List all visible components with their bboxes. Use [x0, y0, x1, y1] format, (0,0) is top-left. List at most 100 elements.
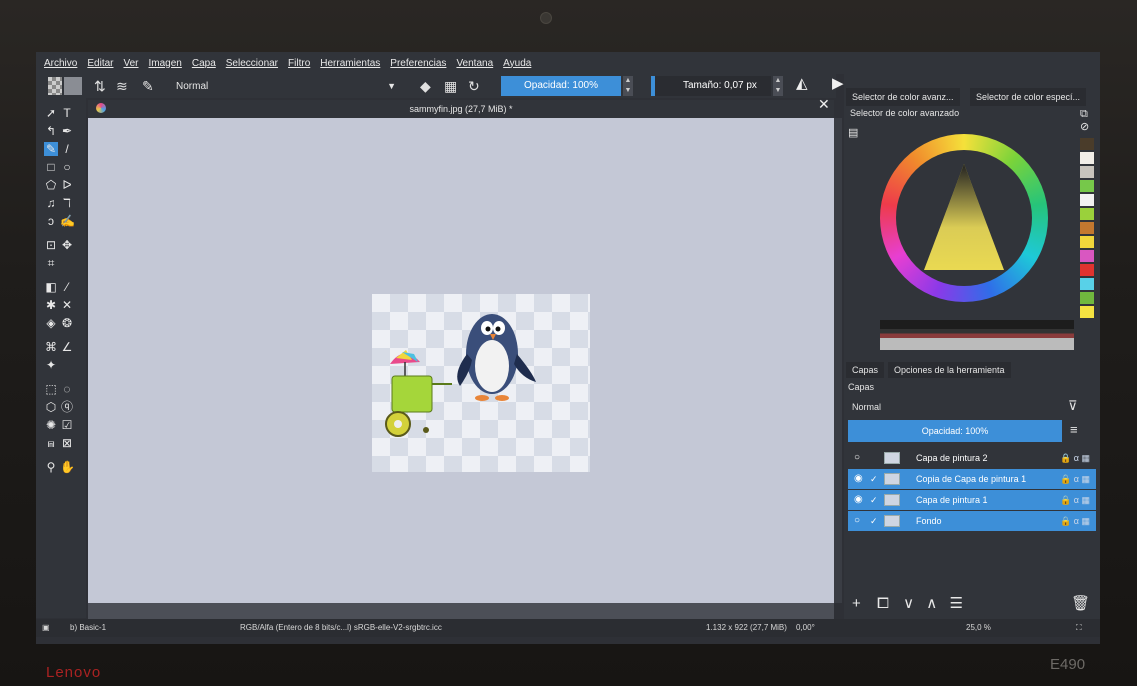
palette-swatch[interactable]	[1080, 138, 1094, 150]
palette-swatch[interactable]	[1080, 194, 1094, 206]
canvas[interactable]	[88, 118, 834, 603]
blend-mode-select[interactable]: Normal ▼	[170, 78, 400, 95]
mirror-horizontal-icon[interactable]: ◭	[796, 74, 808, 92]
fill-tool-icon[interactable]: ◈	[44, 316, 58, 330]
mirror-vertical-icon[interactable]: ▶	[832, 74, 844, 92]
add-layer-icon[interactable]: +	[852, 595, 861, 612]
layer-row[interactable]: ○ Capa de pintura 2 🔒 α ▦	[848, 448, 1096, 468]
color-palette-strip[interactable]	[1080, 138, 1094, 328]
size-slider[interactable]: Tamaño: 0,07 px	[651, 76, 771, 96]
size-spin[interactable]: ▲ ▼	[773, 76, 783, 96]
similar-select-icon[interactable]: ☑	[60, 418, 74, 432]
rect-select-icon[interactable]: ⬚	[44, 382, 58, 396]
layer-flags-icon[interactable]: 🔒 α ▦	[1060, 469, 1090, 489]
layer-row[interactable]: ◉ ✓ Copia de Capa de pintura 1 🔒 α ▦	[848, 469, 1096, 489]
delete-layer-icon[interactable]: 🗑	[1071, 595, 1090, 612]
pattern-swatch[interactable]	[48, 77, 62, 95]
palette-swatch[interactable]	[1080, 236, 1094, 248]
layer-flags-icon[interactable]: 🔒 α ▦	[1060, 448, 1090, 468]
magnetic-select-icon[interactable]: ⊠	[60, 436, 74, 450]
dynamic-brush-icon[interactable]: ↄ	[44, 214, 58, 228]
visibility-on-icon[interactable]: ◉	[854, 490, 863, 510]
tab-layers[interactable]: Capas	[846, 362, 885, 378]
layer-opacity-slider[interactable]: Opacidad: 100%	[848, 420, 1062, 442]
duplicate-layer-icon[interactable]: ⧠	[877, 595, 889, 612]
visibility-off-icon[interactable]: ○	[854, 448, 860, 468]
rectangle-tool-icon[interactable]: □	[44, 160, 58, 174]
menu-editar[interactable]: Editar	[87, 58, 113, 69]
close-document-icon[interactable]: ✕	[818, 96, 830, 113]
select-shapes-icon[interactable]: ➚	[44, 106, 58, 120]
gradient-swatch[interactable]	[64, 77, 82, 95]
ellipse-select-icon[interactable]: ◌	[60, 382, 74, 396]
brush-preview-icon[interactable]: ▣	[42, 619, 50, 637]
menu-ver[interactable]: Ver	[123, 58, 138, 69]
measure-tool-icon[interactable]: ∠	[60, 340, 74, 354]
crop-tool-icon[interactable]: ⌗	[44, 256, 58, 270]
reload-preset-icon[interactable]: ↻	[468, 78, 480, 95]
freehand-path-icon[interactable]: ℸ	[60, 196, 74, 210]
pan-tool-icon[interactable]: ✋	[60, 460, 75, 474]
polygon-tool-icon[interactable]: ⬠	[44, 178, 58, 192]
color-settings-icon[interactable]: ▤	[848, 126, 858, 139]
bezier-select-icon[interactable]: ⩎	[44, 436, 58, 450]
menu-ventana[interactable]: Ventana	[456, 58, 493, 69]
edit-shapes-icon[interactable]: ↰	[44, 124, 58, 138]
enclose-fill-icon[interactable]: ❂	[60, 316, 74, 330]
menu-capa[interactable]: Capa	[192, 58, 216, 69]
zoom-level[interactable]: 25,0 %	[966, 619, 991, 637]
clear-color-icon[interactable]: ⊘	[1080, 120, 1089, 133]
palette-swatch[interactable]	[1080, 264, 1094, 276]
alpha-lock-icon[interactable]: ▦	[444, 78, 457, 95]
palette-swatch[interactable]	[1080, 208, 1094, 220]
visibility-on-icon[interactable]: ◉	[854, 469, 863, 489]
multibrush-icon[interactable]: ✍	[60, 214, 75, 228]
move-layer-up-icon[interactable]: ∧	[926, 595, 937, 612]
menu-archivo[interactable]: Archivo	[44, 58, 77, 69]
rotation-readout[interactable]: 0,00°	[796, 619, 815, 637]
freehand-select-icon[interactable]: ⓠ	[60, 400, 74, 414]
ellipse-tool-icon[interactable]: ○	[60, 160, 74, 174]
checkmark-icon[interactable]: ✓	[870, 469, 878, 489]
vertical-scrollbar[interactable]	[834, 118, 842, 603]
palette-swatch[interactable]	[1080, 222, 1094, 234]
palette-swatch[interactable]	[1080, 250, 1094, 262]
layer-row[interactable]: ○ ✓ Fondo 🔒 α ▦	[848, 511, 1096, 531]
visibility-off-icon[interactable]: ○	[854, 511, 860, 531]
menu-seleccionar[interactable]: Seleccionar	[226, 58, 278, 69]
brush-presets-icon[interactable]: ≋	[116, 78, 128, 95]
palette-swatch[interactable]	[1080, 152, 1094, 164]
checkmark-icon[interactable]: ✓	[870, 490, 878, 510]
colorize-mask-icon[interactable]: ✕	[60, 298, 74, 312]
palette-swatch[interactable]	[1080, 180, 1094, 192]
horizontal-scrollbar[interactable]	[88, 603, 834, 619]
fullscreen-icon[interactable]: ⛶	[1076, 619, 1082, 637]
reference-tool-icon[interactable]: ✦	[44, 358, 58, 372]
menu-filtro[interactable]: Filtro	[288, 58, 310, 69]
eraser-mode-icon[interactable]: ◆	[420, 78, 431, 95]
polyline-tool-icon[interactable]: ᐅ	[60, 178, 74, 192]
tab-tool-options[interactable]: Opciones de la herramienta	[888, 362, 1011, 378]
freehand-brush-icon[interactable]: ✎	[44, 142, 58, 156]
tab-advanced-color-selector[interactable]: Selector de color avanz...	[846, 88, 960, 106]
palette-swatch[interactable]	[1080, 278, 1094, 290]
filter-icon[interactable]: ⊽	[1068, 398, 1078, 414]
smart-patch-icon[interactable]: ✱	[44, 298, 58, 312]
assistant-tool-icon[interactable]: ⌘	[44, 340, 58, 354]
layer-flags-icon[interactable]: 🔒 α ▦	[1060, 511, 1090, 531]
line-tool-icon[interactable]: /	[60, 142, 74, 156]
color-wheel[interactable]	[880, 134, 1048, 302]
opacity-slider[interactable]: Opacidad: 100%	[501, 76, 621, 96]
bezier-tool-icon[interactable]: ♫	[44, 196, 58, 210]
swap-colors-icon[interactable]: ⇅	[94, 78, 106, 95]
layer-menu-icon[interactable]: ≡	[1070, 422, 1078, 437]
menu-herramientas[interactable]: Herramientas	[320, 58, 380, 69]
palette-swatch[interactable]	[1080, 166, 1094, 178]
color-picker-icon[interactable]: ⁄	[60, 280, 74, 294]
menu-preferencias[interactable]: Preferencias	[390, 58, 446, 69]
zoom-tool-icon[interactable]: ⚲	[44, 460, 58, 474]
move-tool-icon[interactable]: ✥	[60, 238, 74, 252]
text-tool-icon[interactable]: T	[60, 106, 74, 120]
color-history-bar[interactable]	[880, 320, 1074, 350]
layer-properties-icon[interactable]: ☰	[949, 595, 962, 612]
